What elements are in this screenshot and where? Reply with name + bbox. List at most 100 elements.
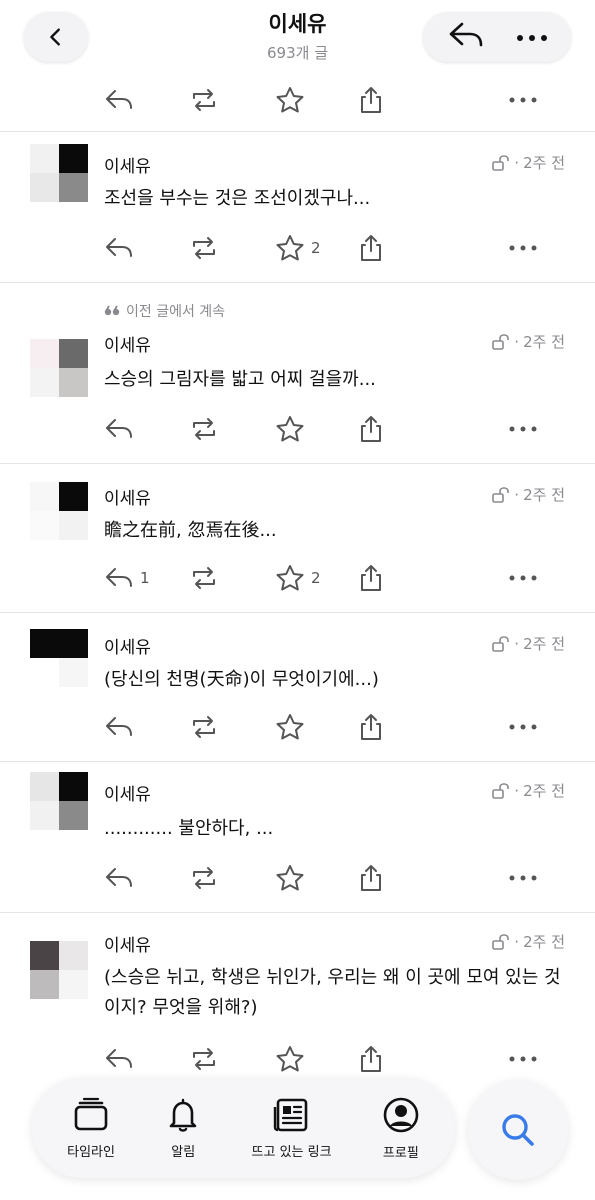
repost-button[interactable] <box>188 228 220 268</box>
nav-timeline[interactable]: 타임라인 <box>67 1097 115 1160</box>
repost-icon <box>193 867 215 889</box>
post-item[interactable]: 이세유 · 2주 전 ............ 불안하다, ... <box>0 762 595 912</box>
action-bar <box>0 858 595 898</box>
share-button[interactable] <box>358 228 384 268</box>
search-button[interactable] <box>468 1080 568 1180</box>
reply-icon <box>106 868 132 887</box>
post-content: (스승은 뉘고, 학생은 뉘인가, 우리는 왜 이 곳에 모여 있는 것이지? … <box>104 967 561 1018</box>
post-meta: · 2주 전 <box>492 484 565 505</box>
more-button[interactable] <box>508 858 538 898</box>
post-item[interactable]: 이세유 · 2주 전 조선을 부수는 것은 조선이겠구나... 2 <box>0 132 595 282</box>
star-icon <box>276 235 304 261</box>
favorite-button[interactable] <box>275 1039 311 1079</box>
reply-button[interactable] <box>104 80 134 120</box>
reply-icon <box>106 419 132 438</box>
repost-button[interactable] <box>188 1039 220 1079</box>
nav-alerts-label: 알림 <box>171 1144 196 1160</box>
avatar[interactable] <box>30 144 88 202</box>
profile-icon <box>383 1097 419 1132</box>
author-name[interactable]: 이세유 <box>104 152 151 177</box>
more-button[interactable] <box>508 558 538 598</box>
more-button[interactable] <box>508 228 538 268</box>
repost-button[interactable] <box>188 558 220 598</box>
nav-alerts[interactable]: 알림 <box>165 1097 201 1160</box>
avatar[interactable] <box>30 482 88 540</box>
share-icon <box>361 865 381 891</box>
share-button[interactable] <box>358 80 384 120</box>
avatar[interactable] <box>30 941 88 999</box>
repost-icon <box>193 567 215 589</box>
author-name[interactable]: 이세유 <box>104 931 151 956</box>
more-button[interactable] <box>508 1039 538 1079</box>
reply-icon <box>106 238 132 257</box>
action-bar: 2 <box>0 228 595 268</box>
post-content: 瞻之在前, 忽焉在後... <box>104 520 277 541</box>
post-content: 스승의 그림자를 밟고 어찌 걸을까... <box>104 369 376 390</box>
post-item[interactable]: 이전 글에서 계속 이세유 · 2주 전 스승의 그림자를 밟고 어찌 걸을까.… <box>0 283 595 463</box>
favorite-button[interactable] <box>275 409 311 449</box>
reply-button[interactable] <box>104 228 140 268</box>
reply-icon <box>106 90 132 109</box>
avatar[interactable] <box>30 629 88 687</box>
more-button[interactable] <box>508 409 538 449</box>
meta-separator: · <box>514 332 520 351</box>
search-icon <box>502 1114 534 1146</box>
lock-open-icon <box>492 333 510 350</box>
repost-icon <box>193 1048 215 1070</box>
post-item[interactable]: 이세유 · 2주 전 瞻之在前, 忽焉在後... 1 2 <box>0 464 595 612</box>
meta-separator: · <box>514 634 520 653</box>
share-button[interactable] <box>358 409 384 449</box>
reply-button[interactable] <box>104 707 140 747</box>
reply-button[interactable] <box>446 19 486 55</box>
more-icon <box>509 575 537 581</box>
share-button[interactable] <box>358 707 384 747</box>
avatar[interactable] <box>30 772 88 830</box>
share-button[interactable] <box>358 558 384 598</box>
repost-button[interactable] <box>188 80 220 120</box>
post-content: ............ 불안하다, ... <box>104 818 274 839</box>
bottom-navigation: 타임라인 알림 뜨고 있는 링크 프로필 <box>32 1078 455 1178</box>
star-icon <box>276 416 304 442</box>
nav-trending-links[interactable]: 뜨고 있는 링크 <box>252 1097 332 1160</box>
favorite-button[interactable] <box>275 80 305 120</box>
nav-timeline-label: 타임라인 <box>67 1144 115 1160</box>
repost-button[interactable] <box>188 858 220 898</box>
more-button[interactable] <box>508 80 538 120</box>
favorite-button[interactable] <box>275 707 311 747</box>
more-icon <box>509 426 537 432</box>
repost-button[interactable] <box>188 707 220 747</box>
share-button[interactable] <box>358 1039 384 1079</box>
reply-button[interactable] <box>104 858 140 898</box>
favorite-button[interactable]: 2 <box>275 558 321 598</box>
more-button[interactable] <box>508 707 538 747</box>
reply-button[interactable] <box>104 409 140 449</box>
favorite-count: 2 <box>311 569 321 587</box>
lock-open-icon <box>492 486 510 503</box>
author-name[interactable]: 이세유 <box>104 331 151 356</box>
favorite-button[interactable] <box>275 858 311 898</box>
lock-open-icon <box>492 635 510 652</box>
reply-button[interactable]: 1 <box>104 558 150 598</box>
repost-icon <box>193 237 215 259</box>
repost-button[interactable] <box>188 409 220 449</box>
author-name[interactable]: 이세유 <box>104 484 151 509</box>
more-icon <box>509 724 537 730</box>
reply-button[interactable] <box>104 1039 140 1079</box>
nav-profile[interactable]: 프로필 <box>382 1096 420 1161</box>
reply-icon <box>106 717 132 736</box>
favorite-button[interactable]: 2 <box>275 228 321 268</box>
favorite-count: 2 <box>311 239 321 257</box>
author-name[interactable]: 이세유 <box>104 633 151 658</box>
share-button[interactable] <box>358 858 384 898</box>
lock-open-icon <box>492 933 510 950</box>
action-bar <box>0 80 595 120</box>
action-bar <box>0 409 595 449</box>
post-item[interactable]: 이세유 · 2주 전 (당신의 천명(天命)이 무엇이기에...) <box>0 613 595 761</box>
post-item[interactable]: 이세유 · 2주 전 (스승은 뉘고, 학생은 뉘인가, 우리는 왜 이 곳에 … <box>0 913 595 1083</box>
avatar[interactable] <box>30 339 88 397</box>
timestamp: 2주 전 <box>523 635 565 653</box>
post-meta: · 2주 전 <box>492 931 565 952</box>
reply-count: 1 <box>140 569 150 587</box>
more-button[interactable] <box>515 28 549 47</box>
author-name[interactable]: 이세유 <box>104 780 151 805</box>
